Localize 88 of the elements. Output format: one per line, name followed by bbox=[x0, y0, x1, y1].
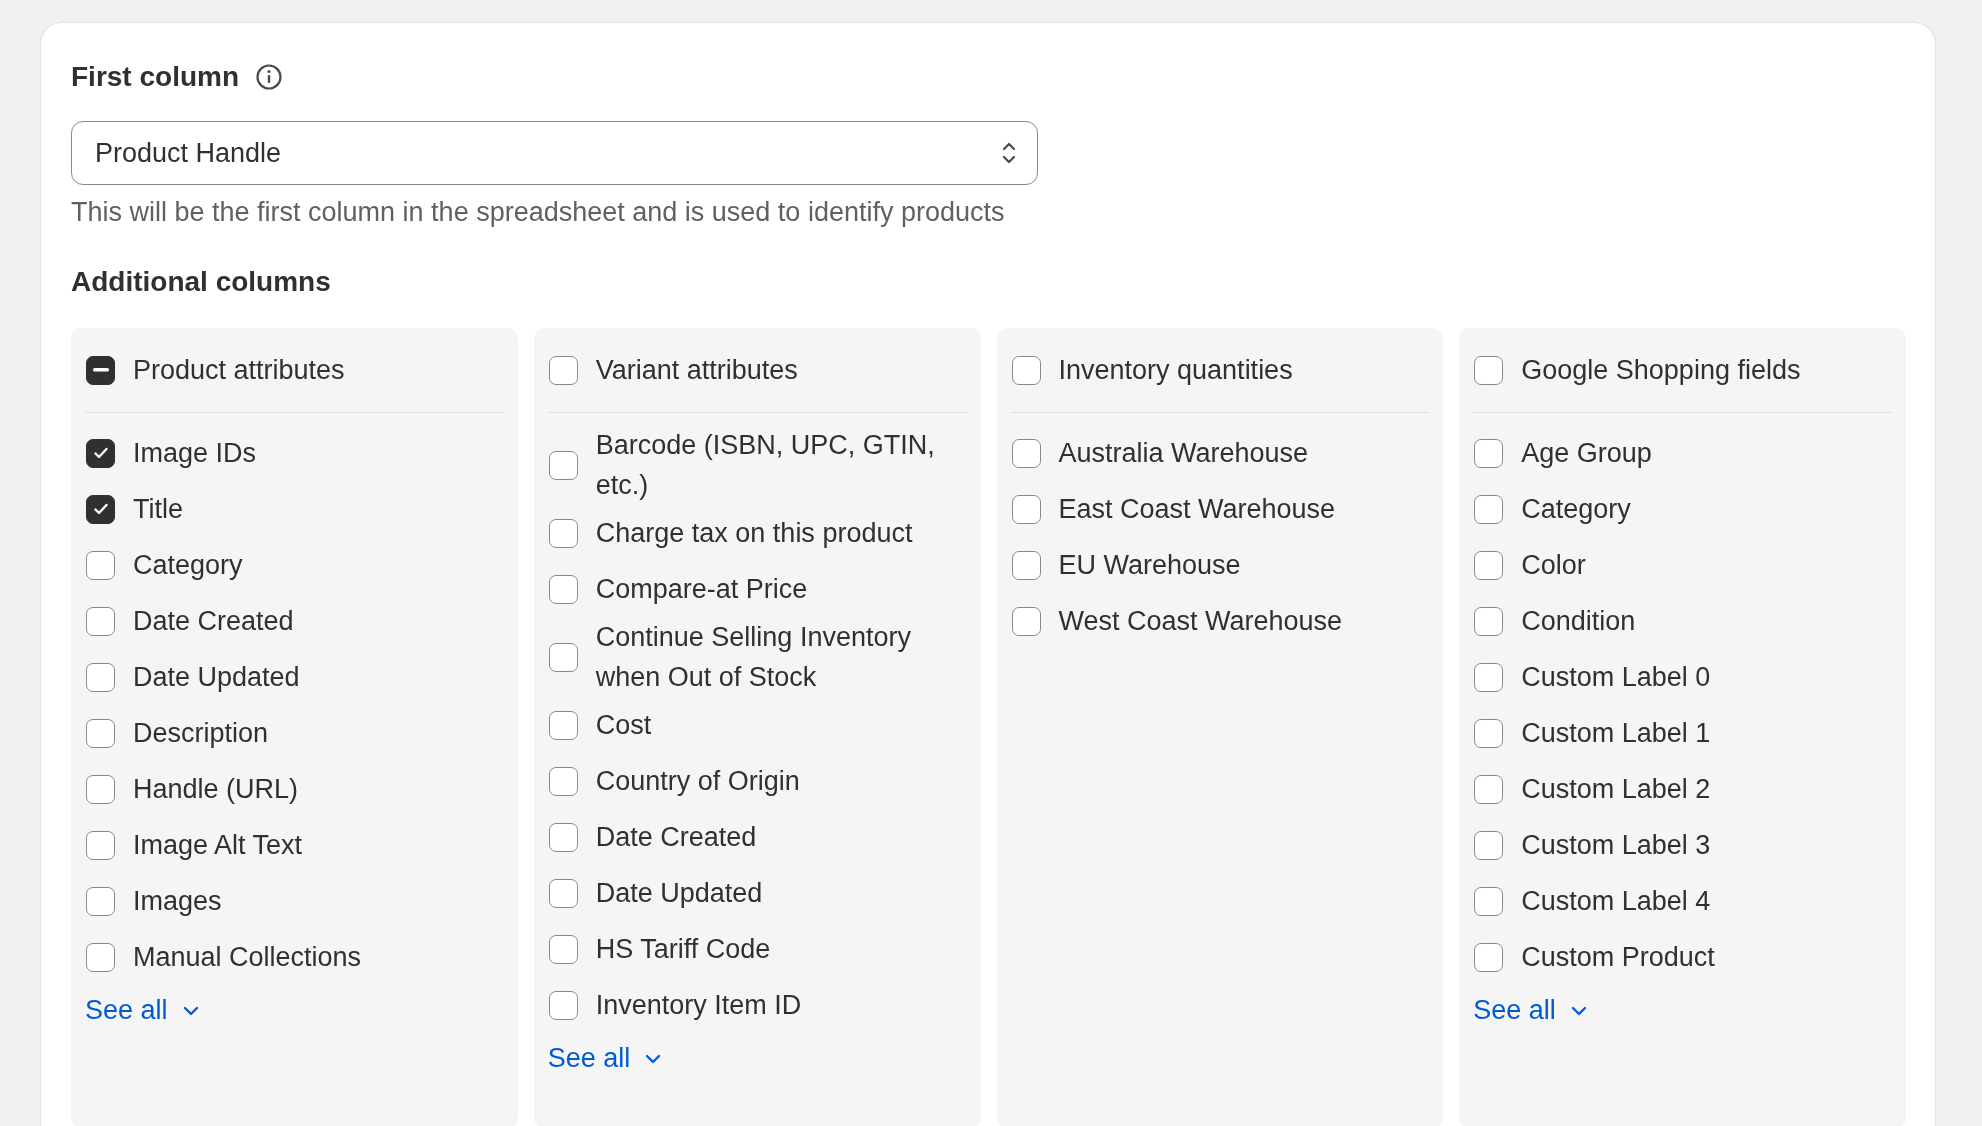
option-label: Date Created bbox=[133, 605, 294, 638]
option-label: Custom Label 1 bbox=[1521, 717, 1711, 750]
checkbox[interactable] bbox=[548, 766, 578, 796]
chevron-down-icon bbox=[1569, 1004, 1588, 1017]
option-label: Manual Collections bbox=[133, 941, 362, 974]
select-field[interactable]: Product Handle bbox=[71, 121, 1038, 185]
option-label: Country of Origin bbox=[595, 765, 800, 798]
checkbox[interactable] bbox=[86, 438, 115, 468]
option-label: Image IDs bbox=[133, 437, 257, 470]
option-label: Category bbox=[133, 549, 243, 582]
checkbox[interactable] bbox=[86, 355, 115, 385]
checkbox[interactable] bbox=[548, 450, 578, 480]
checkbox[interactable] bbox=[1474, 718, 1504, 748]
option-label: East Coast Warehouse bbox=[1058, 493, 1336, 526]
checkbox[interactable] bbox=[1474, 438, 1504, 468]
option-label: Barcode (ISBN, UPC, GTIN, etc.) bbox=[595, 429, 936, 502]
option-label: Images bbox=[133, 885, 222, 918]
checkbox[interactable] bbox=[1474, 550, 1504, 580]
group-label: Variant attributes bbox=[595, 354, 798, 387]
checkbox[interactable] bbox=[1474, 494, 1504, 524]
checkbox[interactable] bbox=[86, 942, 115, 972]
option-label: Custom Product bbox=[1521, 941, 1715, 974]
chevron-up-down-icon bbox=[1001, 140, 1017, 166]
option-label: Inventory Item ID bbox=[595, 989, 802, 1022]
checkbox[interactable] bbox=[548, 934, 578, 964]
checkbox[interactable] bbox=[548, 518, 578, 548]
checkbox[interactable] bbox=[1474, 606, 1504, 636]
option-label: Custom Label 4 bbox=[1521, 885, 1711, 918]
checkbox[interactable] bbox=[1474, 355, 1504, 385]
option-label: Custom Label 0 bbox=[1521, 661, 1711, 694]
option-label: Age Group bbox=[1521, 437, 1652, 470]
checkbox[interactable] bbox=[1011, 494, 1041, 524]
group-label: Inventory quantities bbox=[1058, 354, 1293, 387]
option-label: Condition bbox=[1521, 605, 1636, 638]
checkbox[interactable] bbox=[86, 830, 115, 860]
checkbox[interactable] bbox=[1474, 662, 1504, 692]
option-label: Date Created bbox=[595, 821, 757, 854]
see-all-link[interactable]: See all bbox=[547, 1043, 663, 1074]
checkbox[interactable] bbox=[548, 878, 578, 908]
checkbox[interactable] bbox=[86, 718, 115, 748]
option-label: Category bbox=[1521, 493, 1631, 526]
checkbox[interactable] bbox=[86, 606, 115, 636]
see-all-link[interactable]: See all bbox=[85, 995, 200, 1026]
option-label: HS Tariff Code bbox=[595, 933, 771, 966]
checkbox[interactable] bbox=[1474, 886, 1504, 916]
option-label: Title bbox=[133, 493, 183, 526]
checkbox[interactable] bbox=[548, 710, 578, 740]
checkbox[interactable] bbox=[1474, 774, 1504, 804]
option-label: Handle (URL) bbox=[133, 773, 299, 806]
see-all-link[interactable]: See all bbox=[1473, 995, 1588, 1026]
checkbox[interactable] bbox=[1011, 606, 1041, 636]
checkbox[interactable] bbox=[1011, 438, 1041, 468]
checkbox[interactable] bbox=[86, 662, 115, 692]
checkbox[interactable] bbox=[86, 774, 115, 804]
checkbox[interactable] bbox=[548, 642, 578, 672]
option-label: Color bbox=[1521, 549, 1586, 582]
checkbox[interactable] bbox=[548, 574, 578, 604]
option-label: Cost bbox=[595, 709, 652, 742]
option-label: EU Warehouse bbox=[1058, 549, 1241, 582]
checkbox[interactable] bbox=[548, 355, 578, 385]
help-text: This will be the first column in the spreadsheet and is used to identify products bbox=[71, 197, 1006, 228]
option-label: Compare-at Price bbox=[595, 573, 808, 606]
option-label: Charge tax on this product bbox=[595, 517, 913, 550]
checkbox[interactable] bbox=[548, 990, 578, 1020]
checkbox[interactable] bbox=[1011, 550, 1041, 580]
checkbox[interactable] bbox=[548, 822, 578, 852]
chevron-down-icon bbox=[644, 1052, 663, 1065]
checkbox[interactable] bbox=[86, 550, 115, 580]
option-label: Date Updated bbox=[595, 877, 763, 910]
option-label: Australia Warehouse bbox=[1058, 437, 1309, 470]
group-label: Google Shopping fields bbox=[1521, 354, 1801, 387]
section-title: First column bbox=[71, 61, 239, 93]
option-label: Image Alt Text bbox=[133, 829, 303, 862]
option-label: Custom Label 2 bbox=[1521, 773, 1711, 806]
option-label: Custom Label 3 bbox=[1521, 829, 1711, 862]
option-label: Description bbox=[133, 717, 269, 750]
section-title: Additional columns bbox=[71, 266, 332, 298]
option-label: Continue Selling Inventory when Out of Stock bbox=[595, 621, 912, 694]
info-icon[interactable] bbox=[255, 63, 283, 91]
checkbox[interactable] bbox=[1474, 830, 1504, 860]
checkbox[interactable] bbox=[86, 494, 115, 524]
checkbox[interactable] bbox=[1474, 942, 1504, 972]
option-label: Date Updated bbox=[133, 661, 300, 694]
option-label: West Coast Warehouse bbox=[1058, 605, 1343, 638]
checkbox[interactable] bbox=[1011, 355, 1041, 385]
checkbox[interactable] bbox=[86, 886, 115, 916]
chevron-down-icon bbox=[181, 1004, 200, 1017]
group-label: Product attributes bbox=[133, 354, 345, 387]
